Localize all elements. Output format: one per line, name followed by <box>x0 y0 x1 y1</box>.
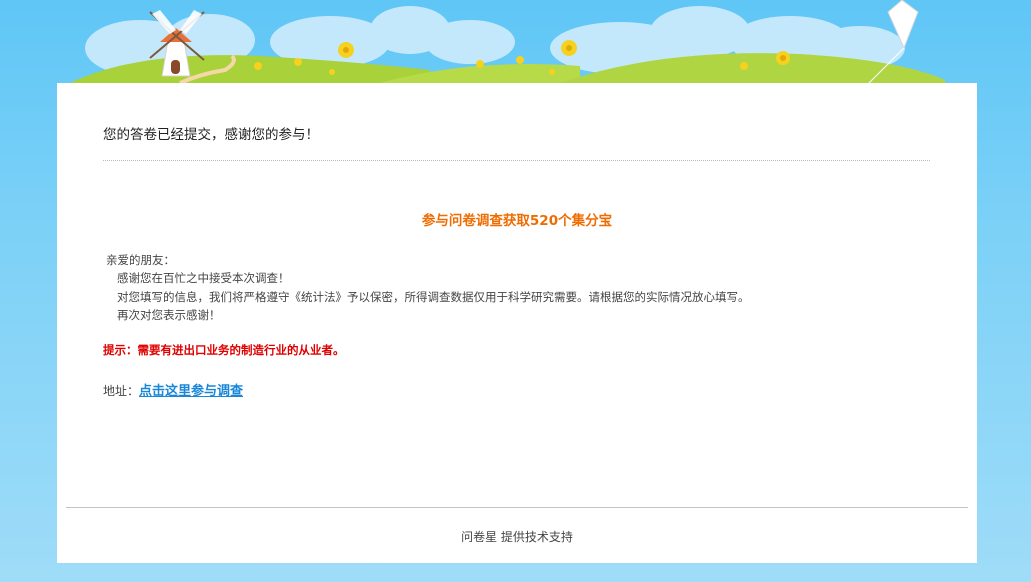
hill-mid <box>380 64 580 83</box>
address-row: 地址：点击这里参与调查 <box>103 380 243 399</box>
dotted-divider <box>103 160 930 161</box>
letter-line: 再次对您表示感谢！ <box>117 307 221 322</box>
survey-result-panel: 您的答卷已经提交，感谢您的参与！ 参与问卷调查获取520个集分宝 亲爱的朋友： … <box>57 83 977 563</box>
clouds <box>85 6 905 76</box>
footer-divider <box>66 507 968 508</box>
letter-line: 感谢您在百忙之中接受本次调查！ <box>117 271 290 286</box>
tip-notice: 提示：需要有进出口业务的制造行业的从业者。 <box>103 343 345 357</box>
submission-confirmation: 您的答卷已经提交，感谢您的参与！ <box>103 127 319 143</box>
letter-line: 对您填写的信息，我们将严格遵守《统计法》予以保密，所得调查数据仅用于科学研究需要… <box>117 289 750 304</box>
survey-link[interactable]: 点击这里参与调查 <box>139 384 243 399</box>
path-trail <box>179 54 236 85</box>
kite-icon <box>867 0 919 85</box>
hill-right <box>560 53 945 83</box>
letter-block: 亲爱的朋友： 感谢您在百忙之中接受本次调查！ 对您填写的信息，我们将严格遵守《统… <box>106 251 750 324</box>
windmill-icon <box>149 10 205 77</box>
hill-left <box>70 55 430 83</box>
promo-title: 参与问卷调查获取520个集分宝 <box>421 213 613 229</box>
flower-icon <box>254 40 790 75</box>
address-label: 地址： <box>103 384 140 398</box>
letter-greeting: 亲爱的朋友： <box>106 253 175 267</box>
footer-powered-by: 问卷星 提供技术支持 <box>461 530 573 544</box>
